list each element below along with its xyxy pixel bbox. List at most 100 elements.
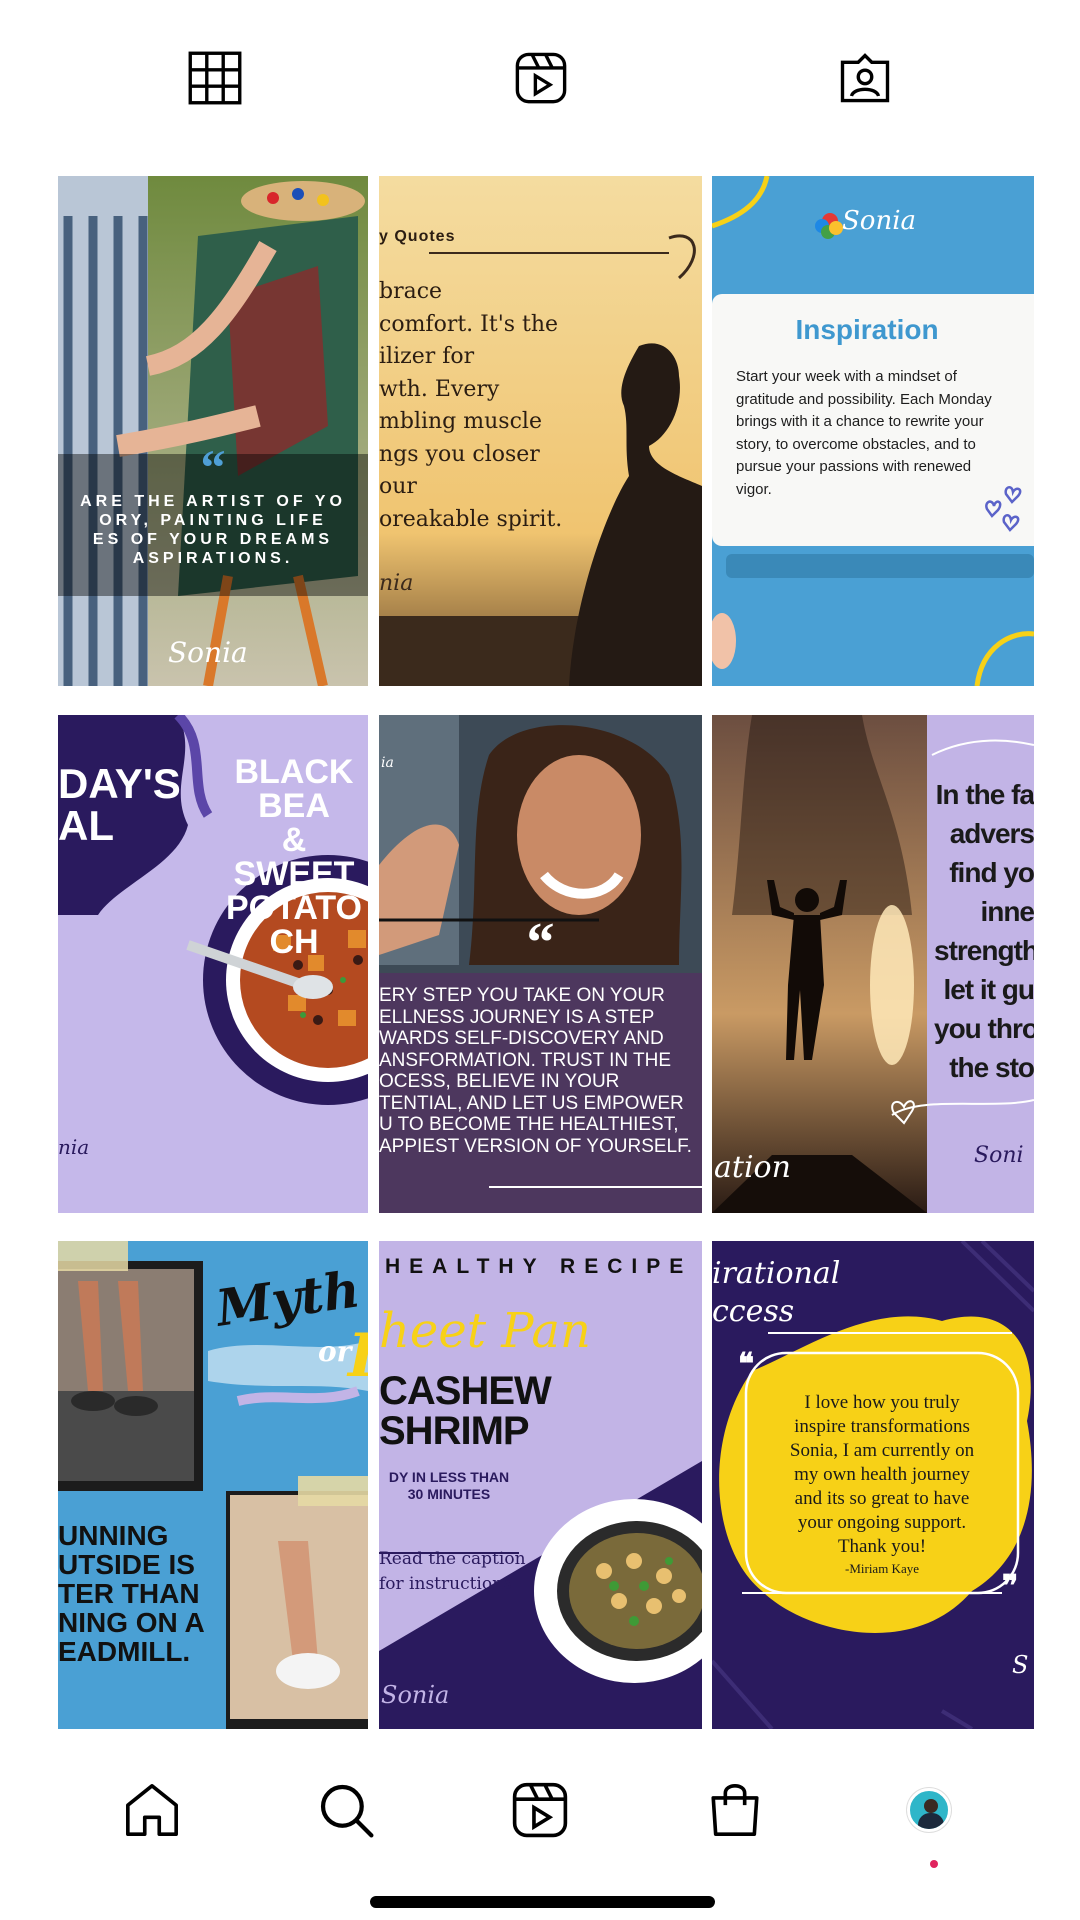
shopping-bag-icon — [711, 1784, 759, 1836]
post-2-line: comfort. It's the — [379, 311, 559, 337]
post-9-line: ccess — [712, 1294, 795, 1329]
post-1-line: ES OF YOUR DREAMS — [92, 531, 334, 548]
post-2-logo: nia — [379, 571, 414, 596]
post-8-header: HEALTHY RECIPE — [385, 1255, 693, 1278]
post-3-logo: Sonia — [842, 206, 917, 236]
post-6-line: strength — [934, 935, 1034, 966]
post-2-line: ngs you closer — [379, 441, 540, 467]
heart-doodle-icon — [985, 486, 1022, 532]
post-tile-1[interactable]: “ ARE THE ARTIST OF YO ORY, PAINTING LIF… — [58, 176, 368, 686]
post-2-header: y Quotes — [379, 228, 456, 245]
post-3-line: Start your week with a mindset of — [736, 368, 957, 385]
grid-icon — [188, 51, 242, 105]
post-6-line: In the fa — [935, 779, 1034, 810]
tab-grid[interactable] — [185, 48, 245, 108]
post-4-line: BLACK BEA — [234, 753, 354, 825]
reels-icon — [512, 1782, 568, 1838]
search-icon — [320, 1784, 374, 1838]
post-2-line: brace — [379, 279, 443, 304]
nav-shop[interactable] — [703, 1778, 767, 1842]
post-7-line: UNNING — [58, 1520, 169, 1551]
post-5-line: ERY STEP YOU TAKE ON YOUR — [379, 985, 665, 1006]
post-4-logo: nia — [58, 1135, 90, 1159]
post-tile-4[interactable]: DAY'S AL BLACK BEA & SWEET POTATO CH nia — [58, 715, 368, 1213]
post-5-line: ELLNESS JOURNEY IS A STEP — [379, 1006, 655, 1028]
post-1-quote-mark: “ — [200, 439, 226, 495]
post-5-line: TENTIAL, AND LET US EMPOWER — [379, 1092, 684, 1114]
post-9-line: and its so great to have — [794, 1488, 970, 1509]
post-7-title: UNNING UTSIDE IS TER THAN NING ON A EADM… — [58, 1521, 205, 1666]
post-3-line: gratitude and possibility. Each Monday — [736, 390, 992, 408]
post-5-line: U TO BECOME THE HEALTHIEST, — [379, 1114, 679, 1135]
tab-tagged[interactable] — [835, 48, 895, 108]
post-tile-6[interactable]: In the fa advers find yo inne strength l… — [712, 715, 1034, 1213]
post-8-line: CASHEW — [379, 1369, 552, 1413]
post-9-logo: S — [1012, 1651, 1029, 1679]
post-3-title: Inspiration — [795, 314, 939, 345]
post-3-body: Start your week with a mindset of gratit… — [736, 366, 1034, 501]
post-9-line: Thank you! — [837, 1536, 927, 1557]
post-6-script: ation — [714, 1150, 791, 1185]
post-2-line: ilizer for — [379, 344, 475, 369]
post-6-line: let it gu — [943, 974, 1034, 1005]
post-tile-8[interactable]: HEALTHY RECIPE heet Pan CASHEW SHRIMP DY… — [379, 1241, 702, 1729]
post-8-title: CASHEW SHRIMP — [379, 1369, 552, 1451]
post-6-line: the sto — [949, 1052, 1034, 1083]
post-1-line: ARE THE ARTIST OF YO — [80, 493, 346, 510]
post-tile-3[interactable]: Sonia Inspiration Start your week with a… — [712, 176, 1034, 686]
post-9-line: inspire transformations — [794, 1416, 970, 1437]
post-9-testimonial: I love how you truly inspire transformat… — [752, 1391, 1012, 1559]
post-9-line: my own health journey — [794, 1464, 970, 1485]
post-9-open-quote-icon: ❝ — [738, 1348, 755, 1381]
post-1-quote: ARE THE ARTIST OF YO ORY, PAINTING LIFE … — [58, 492, 368, 568]
post-tile-2[interactable]: y Quotes brace comfort. It's the ilizer … — [379, 176, 702, 686]
post-5-quote: ERY STEP YOU TAKE ON YOUR ELLNESS JOURNE… — [379, 985, 702, 1157]
post-tile-5[interactable]: ia “ ERY STEP YOU TAKE ON YOUR ELLNESS J… — [379, 715, 702, 1213]
post-tile-9[interactable]: irational ccess ❝ ❞ I love how you truly… — [712, 1241, 1034, 1729]
post-2-line: mbling muscle — [379, 409, 542, 434]
nav-search[interactable] — [314, 1778, 378, 1842]
notification-dot — [930, 1860, 938, 1868]
profile-avatar — [907, 1788, 951, 1832]
post-2-line: wth. Every — [379, 376, 500, 402]
post-6-line: inne — [980, 896, 1034, 927]
post-4-line: & SWEET — [233, 821, 355, 893]
post-6-quote: In the fa advers find yo inne strength l… — [934, 775, 1034, 1087]
post-6-line: advers — [949, 818, 1034, 849]
post-3-line: brings with it a chance to rewrite your — [736, 413, 984, 430]
post-9-line: irational — [712, 1256, 841, 1291]
post-5-logo: ia — [381, 755, 394, 771]
post-7-script-or: or — [318, 1335, 352, 1368]
post-9-line: Sonia, I am currently on — [789, 1440, 975, 1461]
post-5-quote-mark: “ — [526, 912, 555, 974]
post-3-card: Inspiration Start your week with a minds… — [712, 294, 1034, 546]
post-8-script: heet Pan — [379, 1303, 591, 1359]
post-6-logo: Soni — [974, 1143, 1024, 1168]
post-5-line: ANSFORMATION. TRUST IN THE — [379, 1049, 672, 1071]
nav-home[interactable] — [120, 1778, 184, 1842]
post-6-line: you thro — [934, 1013, 1034, 1044]
tab-reels[interactable] — [511, 48, 571, 108]
post-7-script-fact: F — [348, 1321, 368, 1391]
post-9-line: I love how you truly — [804, 1392, 960, 1413]
nav-profile[interactable] — [897, 1778, 961, 1842]
nav-reels[interactable] — [508, 1778, 572, 1842]
post-2-line: our — [379, 474, 417, 499]
home-indicator[interactable] — [370, 1896, 715, 1908]
post-8-line: 30 MINUTES — [407, 1486, 491, 1502]
post-4-title: BLACK BEA & SWEET POTATO CH — [220, 755, 368, 959]
post-tile-7[interactable]: Myth or F UNNING UTSIDE IS TER THAN NING… — [58, 1241, 368, 1729]
reels-icon — [515, 52, 567, 104]
post-1-logo: Sonia — [168, 636, 248, 669]
post-5-line: APPIEST VERSION OF YOURSELF. — [379, 1135, 692, 1157]
post-8-logo: Sonia — [381, 1681, 450, 1709]
post-5-line: WARDS SELF-DISCOVERY AND — [379, 1028, 664, 1049]
post-9-script: irational ccess — [712, 1255, 840, 1331]
post-6-line: find yo — [949, 857, 1034, 888]
post-3-line: pursue your passions with renewed — [736, 458, 972, 475]
post-7-line: NING ON A — [58, 1607, 205, 1638]
profile-grid-screen: “ ARE THE ARTIST OF YO ORY, PAINTING LIF… — [0, 0, 1080, 1920]
post-4-line: AL — [58, 802, 114, 849]
post-1-image — [58, 176, 368, 686]
post-5-line: OCESS, BELIEVE IN YOUR — [379, 1071, 620, 1092]
